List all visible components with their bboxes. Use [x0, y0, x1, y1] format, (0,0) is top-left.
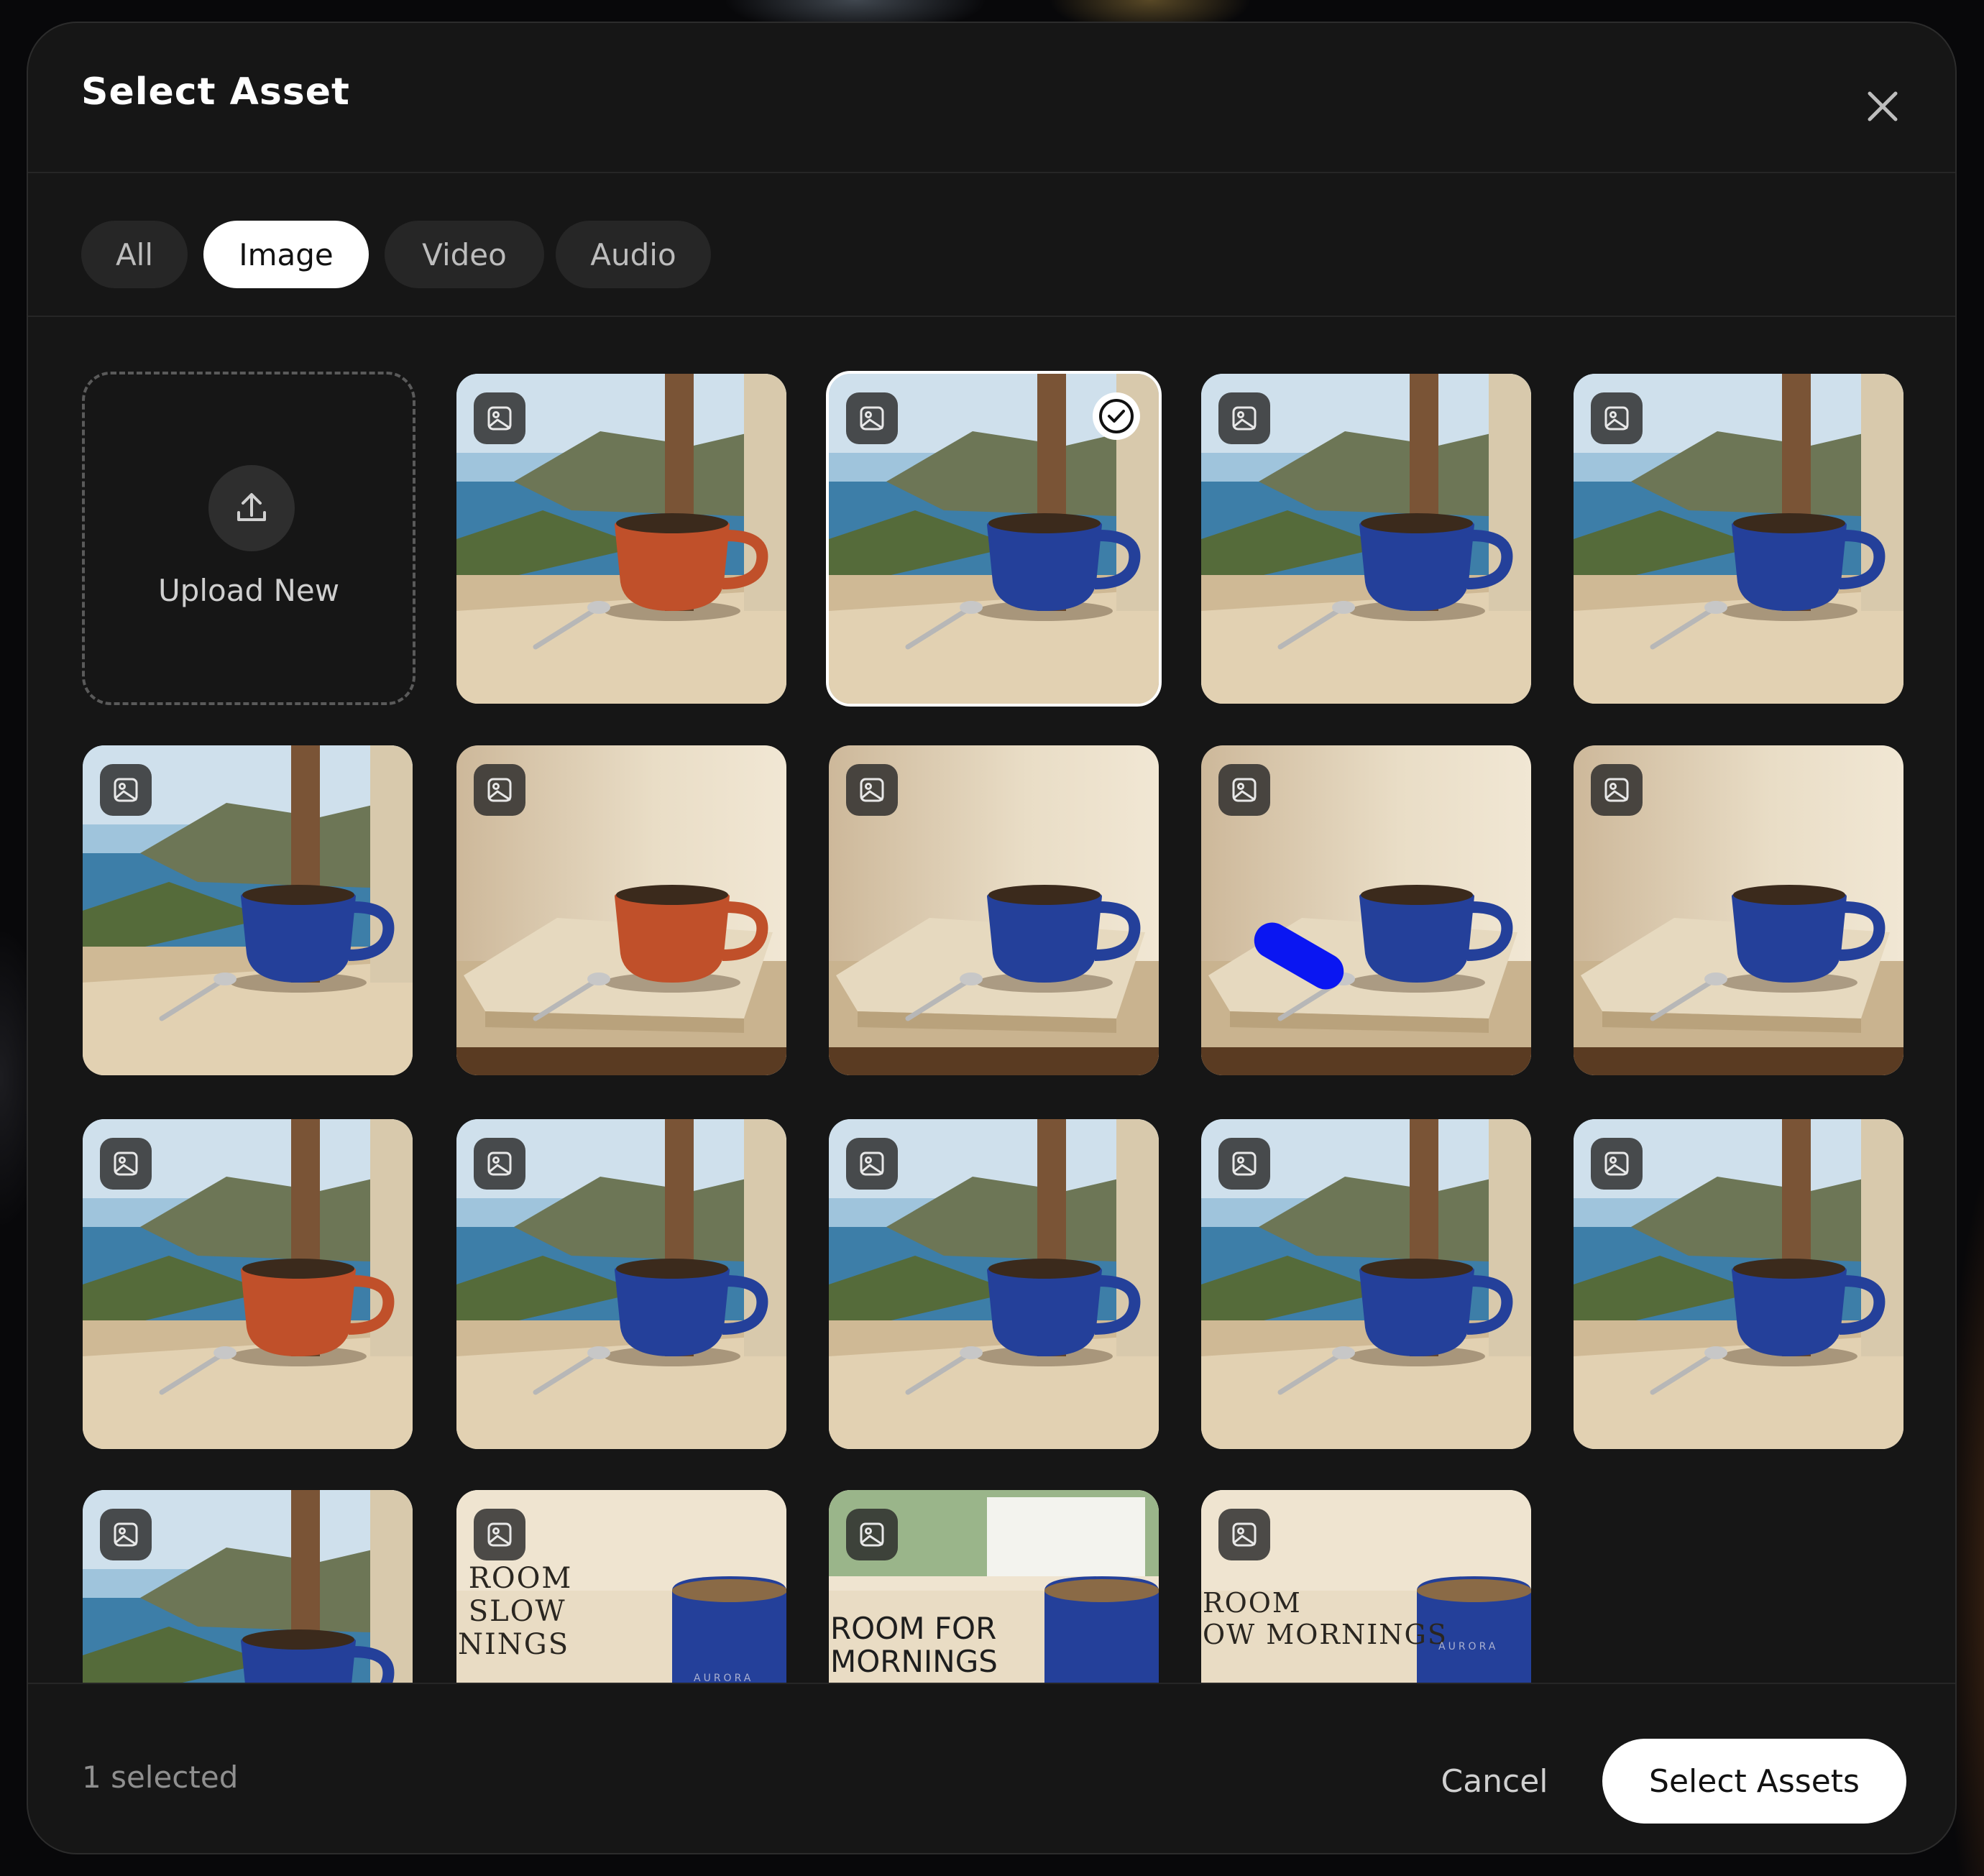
- dialog-footer: 1 selected Cancel Select Assets: [28, 1683, 1955, 1853]
- selection-count: 1 selected: [82, 1760, 239, 1795]
- image-icon: [860, 778, 884, 802]
- image-type-badge: [1218, 1138, 1270, 1190]
- image-type-badge: [1218, 392, 1270, 444]
- image-icon: [114, 1522, 138, 1547]
- image-icon: [860, 1522, 884, 1547]
- brand-label: AURORA: [1438, 1641, 1499, 1652]
- image-type-badge: [1218, 764, 1270, 816]
- image-icon: [487, 778, 512, 802]
- image-icon: [1232, 778, 1257, 802]
- image-type-badge: [846, 764, 898, 816]
- upload-icon-circle: [208, 465, 295, 551]
- tab-audio[interactable]: Audio: [556, 221, 711, 288]
- image-type-badge: [1591, 392, 1643, 444]
- image-type-badge: [100, 1138, 152, 1190]
- tab-all[interactable]: All: [81, 221, 188, 288]
- upload-icon: [237, 493, 266, 521]
- image-icon: [1232, 1151, 1257, 1176]
- image-icon: [1232, 406, 1257, 431]
- image-type-badge: [474, 764, 525, 816]
- asset-tile[interactable]: [1201, 1119, 1531, 1449]
- image-icon: [860, 1151, 884, 1176]
- ad-headline-text: ROOM FOR MORNINGS: [830, 1611, 998, 1680]
- image-type-badge: [1591, 1138, 1643, 1190]
- asset-tile[interactable]: [456, 374, 786, 704]
- selected-check[interactable]: [1093, 392, 1140, 440]
- asset-tile[interactable]: [1574, 374, 1903, 704]
- ad-headline-text: ROOM OW MORNINGS: [1203, 1587, 1448, 1650]
- asset-tile[interactable]: ROOM SLOW NINGS AURORA: [456, 1490, 786, 1683]
- asset-tile[interactable]: [1574, 1119, 1903, 1449]
- image-icon: [487, 1151, 512, 1176]
- asset-tile[interactable]: [456, 745, 786, 1075]
- image-icon: [1604, 406, 1629, 431]
- cancel-button[interactable]: Cancel: [1408, 1749, 1581, 1813]
- asset-tile[interactable]: [1574, 745, 1903, 1075]
- close-button[interactable]: [1854, 78, 1911, 135]
- asset-tile[interactable]: [1201, 374, 1531, 704]
- asset-tile[interactable]: [83, 1119, 413, 1449]
- upload-label: Upload New: [157, 573, 340, 608]
- asset-tile[interactable]: ROOM OW MORNINGS AURORA: [1201, 1490, 1531, 1683]
- asset-tile[interactable]: ROOM FOR MORNINGS: [829, 1490, 1159, 1683]
- image-type-badge: [846, 1138, 898, 1190]
- asset-tile[interactable]: [829, 1119, 1159, 1449]
- image-icon: [1604, 778, 1629, 802]
- image-type-badge: [1591, 764, 1643, 816]
- ad-headline-text: ROOM SLOW NINGS: [458, 1562, 573, 1661]
- asset-tile[interactable]: [456, 1119, 786, 1449]
- asset-grid: Upload New ROOM SLOW NINGS AURORA ROOM FOR…: [28, 317, 1955, 1683]
- asset-tile[interactable]: [826, 371, 1162, 707]
- image-icon: [114, 778, 138, 802]
- select-assets-button[interactable]: Select Assets: [1602, 1739, 1906, 1824]
- image-type-badge: [846, 392, 898, 444]
- asset-tile[interactable]: [83, 1490, 413, 1683]
- close-icon: [1868, 91, 1898, 121]
- dialog-header: Select Asset: [28, 23, 1955, 173]
- select-asset-dialog: Select Asset All Image Video Audio Uploa…: [27, 22, 1957, 1854]
- image-type-badge: [100, 1509, 152, 1560]
- image-type-badge: [474, 1138, 525, 1190]
- image-type-badge: [100, 764, 152, 816]
- image-icon: [487, 406, 512, 431]
- image-icon: [1604, 1151, 1629, 1176]
- image-type-badge: [474, 392, 525, 444]
- asset-tile[interactable]: [829, 745, 1159, 1075]
- asset-tile[interactable]: [1201, 745, 1531, 1075]
- image-type-badge: [474, 1509, 525, 1560]
- check-circle-icon: [1099, 399, 1134, 433]
- image-type-badge: [846, 1509, 898, 1560]
- image-icon: [1232, 1522, 1257, 1547]
- image-type-badge: [1218, 1509, 1270, 1560]
- tab-video[interactable]: Video: [385, 221, 544, 288]
- image-icon: [487, 1522, 512, 1547]
- asset-type-tabs: All Image Video Audio: [28, 172, 1955, 317]
- dialog-title: Select Asset: [81, 70, 350, 114]
- upload-new-button[interactable]: Upload New: [82, 372, 415, 705]
- tab-image[interactable]: Image: [203, 221, 369, 288]
- image-icon: [860, 406, 884, 431]
- brand-label: AURORA: [694, 1673, 754, 1683]
- asset-tile[interactable]: [83, 745, 413, 1075]
- image-icon: [114, 1151, 138, 1176]
